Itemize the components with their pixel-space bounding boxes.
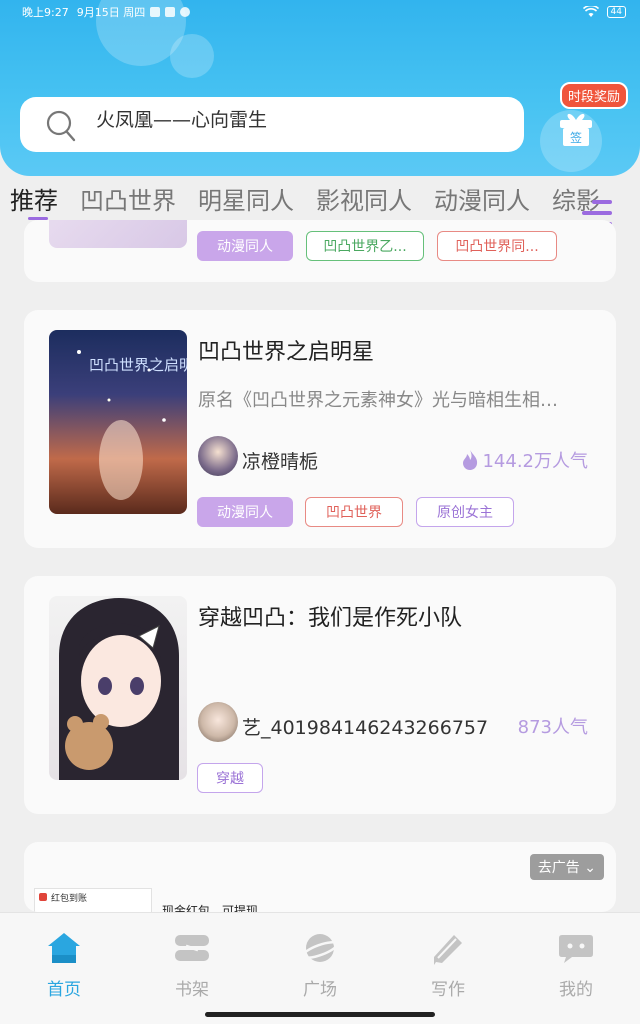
home-icon xyxy=(48,933,80,963)
notification-icon xyxy=(150,7,161,17)
ad-thumb-text: 红包到账 xyxy=(51,894,88,904)
popularity: 144.2万人气 xyxy=(461,447,588,473)
home-indicator[interactable] xyxy=(205,1012,435,1017)
author-name[interactable]: 艺_401984146243266757 xyxy=(242,713,488,740)
book-cover: 凹凸世界之启明星 xyxy=(49,330,187,514)
nav-label: 书架 xyxy=(175,980,209,1000)
popularity: 873人气 xyxy=(518,713,588,739)
ad-card[interactable]: 去广告 ⌄ 红包到账 现金红包，可提现 xyxy=(24,842,616,912)
book-card[interactable]: 动漫同人 凹凸世界乙... 凹凸世界同... xyxy=(24,220,616,282)
nav-label: 广场 xyxy=(303,980,337,1000)
book-description: 原名《凹凸世界之元素神女》光与暗相生相… xyxy=(198,390,558,411)
book-card[interactable]: 凹凸世界之启明星 凹凸世界之启明星 原名《凹凸世界之元素神女》光与暗相生相… 凉… xyxy=(24,310,616,548)
nav-label: 首页 xyxy=(47,980,81,1000)
book-tag[interactable]: 动漫同人 xyxy=(197,497,293,527)
book-tag[interactable]: 穿越 xyxy=(197,763,263,793)
bottom-nav: 首页 书架 广场 写作 我的 xyxy=(0,912,640,1024)
nav-label: 我的 xyxy=(559,980,593,1000)
status-bar: 晚上9:27 9月15日 周四 44 xyxy=(0,0,640,24)
status-time: 晚上9:27 xyxy=(22,6,69,19)
reward-badge[interactable]: 时段奖励 xyxy=(560,82,629,109)
wifi-icon xyxy=(582,6,599,17)
book-title[interactable]: 穿越凹凸：我们是作死小队 xyxy=(198,600,462,632)
nav-home[interactable]: 首页 xyxy=(0,913,128,1024)
author-avatar[interactable] xyxy=(198,702,238,742)
status-date: 9月15日 周四 xyxy=(76,6,146,19)
flame-icon xyxy=(463,450,478,470)
book-cover xyxy=(49,596,187,780)
book-tag[interactable]: 凹凸世界同... xyxy=(437,231,557,261)
notification-icon xyxy=(165,7,176,17)
tab-anime-fanfic[interactable]: 动漫同人 xyxy=(434,181,530,216)
nav-mine[interactable]: 我的 xyxy=(512,913,640,1024)
bookshelf-icon xyxy=(175,935,209,961)
tab-recommend[interactable]: 推荐 xyxy=(10,181,58,220)
header: 晚上9:27 9月15日 周四 44 火凤凰——心向雷生 时段奖励 签 xyxy=(0,0,640,176)
nav-square[interactable]: 广场 xyxy=(256,913,384,1024)
book-tag[interactable]: 原创女主 xyxy=(416,497,514,527)
ad-thumbnail: 红包到账 xyxy=(34,888,152,912)
nav-write[interactable]: 写作 xyxy=(384,913,512,1024)
popularity-value: 144.2万人气 xyxy=(482,451,588,472)
gift-icon[interactable]: 签 xyxy=(556,108,596,148)
category-tabs: 推荐 凹凸世界 明星同人 影视同人 动漫同人 综影 xyxy=(0,176,640,220)
decor-bubble xyxy=(170,34,214,78)
book-title[interactable]: 凹凸世界之启明星 xyxy=(198,334,374,366)
book-tag[interactable]: 凹凸世界乙... xyxy=(306,231,424,261)
ad-text: 现金红包，可提现 xyxy=(162,904,259,912)
gift-label: 签 xyxy=(570,130,582,145)
book-tag[interactable]: 凹凸世界 xyxy=(305,497,403,527)
book-card[interactable]: 穿越凹凸：我们是作死小队 艺_401984146243266757 873人气 … xyxy=(24,576,616,814)
popularity-value: 873人气 xyxy=(517,717,588,738)
notification-icon xyxy=(180,7,191,17)
search-bar[interactable]: 火凤凰——心向雷生 xyxy=(20,97,524,152)
nav-bookshelf[interactable]: 书架 xyxy=(128,913,256,1024)
battery-indicator: 44 xyxy=(606,6,626,18)
nav-label: 写作 xyxy=(431,980,465,1000)
remove-ad-label: 去广告 xyxy=(537,860,580,876)
cover-title: 凹凸世界之启明星 xyxy=(89,356,187,374)
search-icon xyxy=(46,110,76,142)
pen-icon xyxy=(434,935,462,965)
planet-icon xyxy=(302,934,338,962)
tab-film-fanfic[interactable]: 影视同人 xyxy=(316,181,412,216)
book-cover xyxy=(49,220,187,248)
tab-celebrity-fanfic[interactable]: 明星同人 xyxy=(198,181,294,216)
tab-aotu-world[interactable]: 凹凸世界 xyxy=(80,181,176,216)
book-tag[interactable]: 动漫同人 xyxy=(197,231,293,261)
author-avatar[interactable] xyxy=(198,436,238,476)
remove-ad-button[interactable]: 去广告 ⌄ xyxy=(529,854,604,880)
search-placeholder: 火凤凰——心向雷生 xyxy=(96,109,268,131)
chat-bubble-icon xyxy=(559,935,593,963)
author-name[interactable]: 凉橙晴栀 xyxy=(242,447,318,474)
